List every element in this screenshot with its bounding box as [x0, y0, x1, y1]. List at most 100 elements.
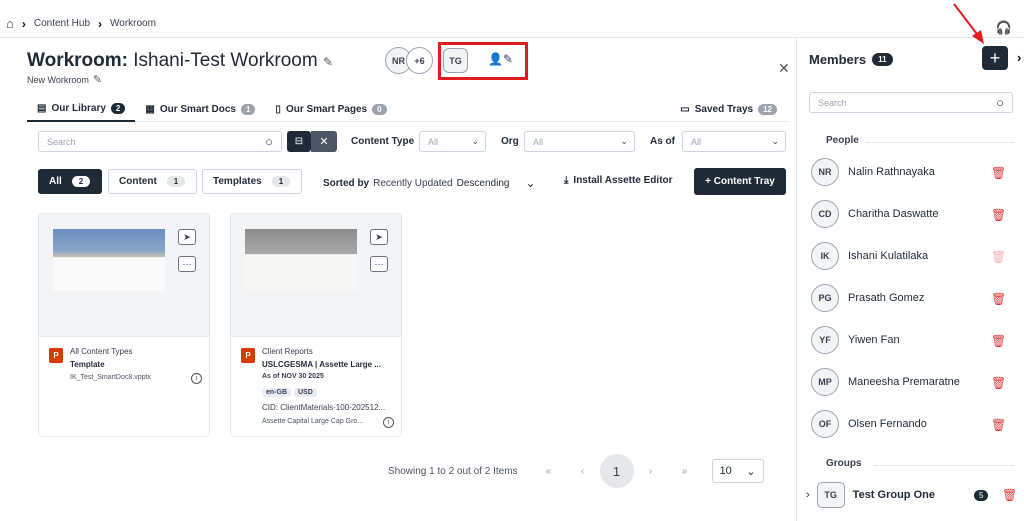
member-row: PG Prasath Gomez: [811, 284, 1011, 312]
group-row[interactable]: › TG Test Group One: [806, 482, 935, 508]
card-category: All Content Types: [70, 347, 133, 356]
pagination-summary: Showing 1 to 2 out of 2 Items: [388, 465, 518, 477]
close-icon[interactable]: ✕: [778, 60, 790, 77]
content-type-label: Content Type: [351, 136, 415, 147]
breadcrumb-content-hub[interactable]: Content Hub: [34, 18, 90, 29]
avatar: MP: [811, 368, 839, 396]
last-page-icon[interactable]: »: [668, 466, 702, 477]
filter-toggle-button[interactable]: ⊟: [287, 131, 311, 152]
next-page-icon[interactable]: ›: [634, 466, 668, 477]
member-row: OF Olsen Fernando: [811, 410, 1011, 438]
members-search-input[interactable]: Search ○: [809, 92, 1013, 113]
home-icon[interactable]: ⌂: [6, 16, 14, 31]
headset-icon[interactable]: 🎧: [996, 20, 1012, 36]
trash-icon[interactable]: 🗑: [991, 334, 1006, 348]
content-tray-button[interactable]: + Content Tray: [694, 168, 786, 195]
more-options-icon[interactable]: ⋯: [178, 256, 196, 272]
page-icon: ▯: [275, 104, 281, 115]
segment-all[interactable]: All 2: [38, 169, 102, 194]
manage-members-icon[interactable]: 👤✎: [488, 52, 513, 66]
chevron-down-icon: ⌄: [620, 136, 628, 146]
as-of-select[interactable]: All ⌄: [682, 131, 786, 152]
avatar-more[interactable]: +6: [406, 47, 433, 74]
member-row: NR Nalin Rathnayaka: [811, 158, 1011, 186]
segment-templates[interactable]: Templates 1: [202, 169, 302, 194]
tray-icon: ▭: [680, 104, 690, 115]
trash-icon[interactable]: 🗑: [991, 292, 1006, 306]
chevron-down-icon: ⌄: [525, 176, 536, 190]
chevron-down-icon: ⌄: [771, 136, 779, 146]
trash-icon[interactable]: 🗑: [991, 166, 1006, 180]
library-search-input[interactable]: Search ○: [38, 131, 282, 152]
card-tags: en-GB USD: [262, 387, 320, 397]
install-editor-button[interactable]: ⤓ Install Assette Editor: [564, 175, 673, 186]
as-of-label: As of: [650, 136, 675, 147]
search-icon: ○: [265, 134, 273, 149]
top-bar: ⌂ › Content Hub › Workroom 🎧: [0, 0, 1024, 38]
avatar: IK: [811, 242, 839, 270]
edit-subtitle-icon[interactable]: ✎: [93, 73, 102, 86]
breadcrumb: ⌂ › Content Hub › Workroom: [6, 16, 156, 31]
content-card[interactable]: ➤ ⋯ P Client Reports USLCGESMA | Assette…: [230, 213, 402, 437]
trash-icon[interactable]: 🗑: [991, 376, 1006, 390]
tag-currency: USD: [294, 388, 317, 397]
first-page-icon[interactable]: «: [532, 466, 566, 477]
chevron-right-icon[interactable]: ›: [806, 489, 810, 501]
grid-icon: ▦: [145, 104, 155, 115]
trash-icon[interactable]: 🗑: [1002, 488, 1017, 502]
tab-our-smart-docs[interactable]: ▦ Our Smart Docs 1: [135, 98, 265, 122]
edit-title-icon[interactable]: ✎: [323, 55, 333, 69]
segment-content[interactable]: Content 1: [108, 169, 197, 194]
section-divider: [866, 142, 1014, 143]
search-icon: ○: [996, 95, 1004, 110]
chevron-down-icon: ⌄: [746, 465, 756, 478]
card-thumbnail: [245, 229, 357, 291]
content-type-select[interactable]: All ⌄: [419, 131, 486, 152]
send-icon[interactable]: ➤: [370, 229, 388, 245]
chevron-down-icon: ⌄: [471, 136, 479, 146]
org-select[interactable]: All ⌄: [524, 131, 635, 152]
page-subtitle: New Workroom ✎: [27, 73, 103, 86]
clear-filter-button[interactable]: ✕: [311, 131, 337, 152]
card-thumbnail-area: ➤ ⋯: [231, 214, 401, 337]
card-category: Client Reports: [262, 347, 313, 356]
breadcrumb-workroom[interactable]: Workroom: [110, 18, 156, 29]
add-member-button[interactable]: +: [982, 46, 1008, 70]
collapse-panel-icon[interactable]: ›: [1017, 50, 1021, 65]
info-icon[interactable]: i: [191, 373, 202, 384]
groups-heading: Groups: [826, 458, 862, 469]
library-tabs: ▤ Our Library 2 ▦ Our Smart Docs 1 ▯ Our S…: [27, 98, 787, 122]
members-title: Members 11: [809, 52, 893, 67]
current-page[interactable]: 1: [599, 454, 634, 488]
pagination: Showing 1 to 2 out of 2 Items « ‹ 1 › » …: [388, 454, 764, 488]
avatar: NR: [811, 158, 839, 186]
info-icon[interactable]: i: [383, 417, 394, 428]
chevron-right-icon: ›: [21, 16, 26, 31]
member-row: IK Ishani Kulatilaka: [811, 242, 1011, 270]
avatar: OF: [811, 410, 839, 438]
page-title: Workroom: Ishani-Test Workroom ✎: [27, 50, 334, 71]
sort-control[interactable]: Sorted by Recently Updated Descending ⌄: [323, 176, 536, 190]
card-date: As of NOV 30 2025: [262, 373, 324, 380]
avatar: YF: [811, 326, 839, 354]
group-avatar-tg[interactable]: TG: [443, 48, 468, 73]
send-icon[interactable]: ➤: [178, 229, 196, 245]
trash-icon[interactable]: 🗑: [991, 418, 1006, 432]
tag-locale: en-GB: [262, 388, 291, 397]
member-row: MP Maneesha Premaratne: [811, 368, 1011, 396]
chevron-right-icon: ›: [98, 16, 103, 31]
org-label: Org: [501, 136, 519, 147]
group-member-count: 5: [974, 490, 989, 501]
group-name: Test Group One: [852, 489, 935, 501]
powerpoint-icon: P: [241, 348, 255, 363]
tab-saved-trays[interactable]: ▭ Saved Trays 12: [670, 98, 787, 122]
card-title: USLCGESMA | Assette Large ...: [262, 360, 382, 369]
trash-icon[interactable]: 🗑: [991, 208, 1006, 222]
prev-page-icon[interactable]: ‹: [566, 466, 600, 477]
powerpoint-icon: P: [49, 348, 63, 363]
more-options-icon[interactable]: ⋯: [370, 256, 388, 272]
content-card[interactable]: ➤ ⋯ P All Content Types Template IK_Test…: [38, 213, 210, 437]
tab-our-smart-pages[interactable]: ▯ Our Smart Pages 0: [265, 98, 396, 122]
page-size-select[interactable]: 10 ⌄: [711, 459, 764, 483]
tab-our-library[interactable]: ▤ Our Library 2: [27, 98, 136, 122]
